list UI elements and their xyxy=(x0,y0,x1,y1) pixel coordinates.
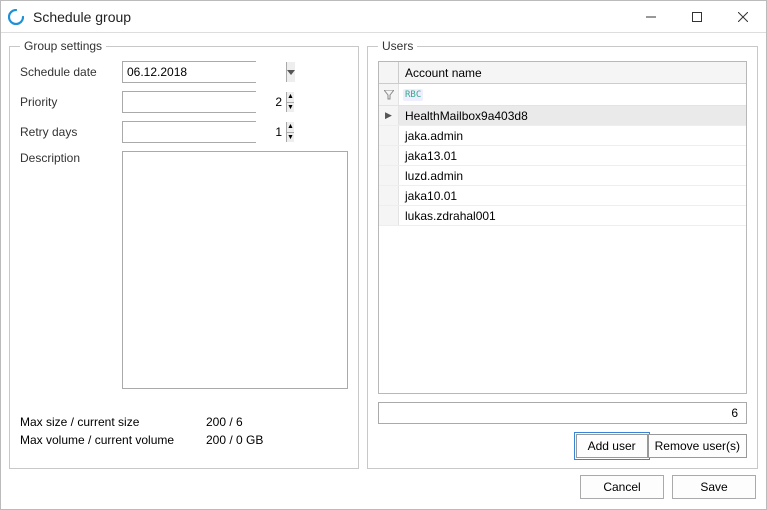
filter-type-icon: RBC xyxy=(403,89,423,101)
table-row[interactable]: jaka13.01 xyxy=(379,146,746,166)
account-name-cell: jaka10.01 xyxy=(399,186,746,205)
filter-indicator-icon[interactable] xyxy=(379,84,399,105)
stats-block: Max size / current size 200 / 6 Max volu… xyxy=(20,415,348,451)
cancel-button[interactable]: Cancel xyxy=(580,475,664,499)
group-settings-legend: Group settings xyxy=(20,39,106,53)
max-volume-label: Max volume / current volume xyxy=(20,433,206,447)
grid-body[interactable]: ▶HealthMailbox9a403d8jaka.adminjaka13.01… xyxy=(379,106,746,393)
max-volume-value: 200 / 0 GB xyxy=(206,433,263,447)
grid-header-indicator[interactable] xyxy=(379,62,399,83)
priority-input[interactable]: ▲ ▼ xyxy=(122,91,256,113)
filter-cell[interactable]: RBC xyxy=(399,84,746,105)
funnel-icon xyxy=(384,90,394,100)
priority-label: Priority xyxy=(20,95,122,109)
account-name-cell: luzd.admin xyxy=(399,166,746,185)
app-icon xyxy=(7,8,25,26)
retry-spin-down[interactable]: ▼ xyxy=(287,133,294,143)
remove-user-button[interactable]: Remove user(s) xyxy=(648,434,747,458)
users-legend: Users xyxy=(378,39,417,53)
minimize-button[interactable] xyxy=(628,1,674,32)
window-root: Schedule group Group settings Schedule d… xyxy=(0,0,767,510)
priority-field[interactable] xyxy=(123,92,286,112)
close-button[interactable] xyxy=(720,1,766,32)
row-indicator: ▶ xyxy=(379,106,399,125)
grid-filter-row: RBC xyxy=(379,84,746,106)
content-area: Group settings Schedule date Priority ▲ … xyxy=(1,33,766,469)
retry-spin-up[interactable]: ▲ xyxy=(287,122,294,133)
account-name-cell: jaka13.01 xyxy=(399,146,746,165)
row-indicator xyxy=(379,146,399,165)
max-size-label: Max size / current size xyxy=(20,415,206,429)
titlebar: Schedule group xyxy=(1,1,766,33)
priority-row: Priority ▲ ▼ xyxy=(20,91,348,113)
row-indicator xyxy=(379,186,399,205)
max-volume-row: Max volume / current volume 200 / 0 GB xyxy=(20,433,348,447)
chevron-down-icon xyxy=(287,70,295,75)
users-grid: Account name RBC ▶HealthMailbox9a403d8ja… xyxy=(378,61,747,394)
account-name-cell: lukas.zdrahal001 xyxy=(399,206,746,225)
retry-days-field[interactable] xyxy=(123,122,286,142)
row-indicator xyxy=(379,166,399,185)
retry-days-label: Retry days xyxy=(20,125,122,139)
account-name-cell: HealthMailbox9a403d8 xyxy=(399,106,746,125)
table-row[interactable]: luzd.admin xyxy=(379,166,746,186)
row-indicator xyxy=(379,206,399,225)
grid-header: Account name xyxy=(379,62,746,84)
schedule-date-row: Schedule date xyxy=(20,61,348,83)
max-size-value: 200 / 6 xyxy=(206,415,243,429)
schedule-date-label: Schedule date xyxy=(20,65,122,79)
user-count-value: 6 xyxy=(731,406,738,420)
schedule-date-field[interactable] xyxy=(123,62,286,82)
users-panel: Users Account name RBC ▶Health xyxy=(367,39,758,469)
window-controls xyxy=(628,1,766,32)
user-buttons: Add user Remove user(s) xyxy=(378,434,747,458)
table-row[interactable]: jaka.admin xyxy=(379,126,746,146)
description-label: Description xyxy=(20,151,122,165)
description-textarea[interactable] xyxy=(122,151,348,389)
schedule-date-input[interactable] xyxy=(122,61,256,83)
user-count-box: 6 xyxy=(378,402,747,424)
add-user-button[interactable]: Add user xyxy=(576,434,648,458)
retry-days-input[interactable]: ▲ ▼ xyxy=(122,121,256,143)
group-settings-panel: Group settings Schedule date Priority ▲ … xyxy=(9,39,359,469)
account-name-cell: jaka.admin xyxy=(399,126,746,145)
description-row: Description xyxy=(20,151,348,389)
date-dropdown-button[interactable] xyxy=(286,62,295,82)
priority-spin-up[interactable]: ▲ xyxy=(287,92,294,103)
table-row[interactable]: jaka10.01 xyxy=(379,186,746,206)
retry-days-row: Retry days ▲ ▼ xyxy=(20,121,348,143)
max-size-row: Max size / current size 200 / 6 xyxy=(20,415,348,429)
account-name-column[interactable]: Account name xyxy=(399,62,746,83)
table-row[interactable]: ▶HealthMailbox9a403d8 xyxy=(379,106,746,126)
dialog-footer: Cancel Save xyxy=(1,469,766,509)
table-row[interactable]: lukas.zdrahal001 xyxy=(379,206,746,226)
priority-spin-down[interactable]: ▼ xyxy=(287,103,294,113)
save-button[interactable]: Save xyxy=(672,475,756,499)
window-title: Schedule group xyxy=(33,9,628,25)
maximize-button[interactable] xyxy=(674,1,720,32)
row-indicator xyxy=(379,126,399,145)
